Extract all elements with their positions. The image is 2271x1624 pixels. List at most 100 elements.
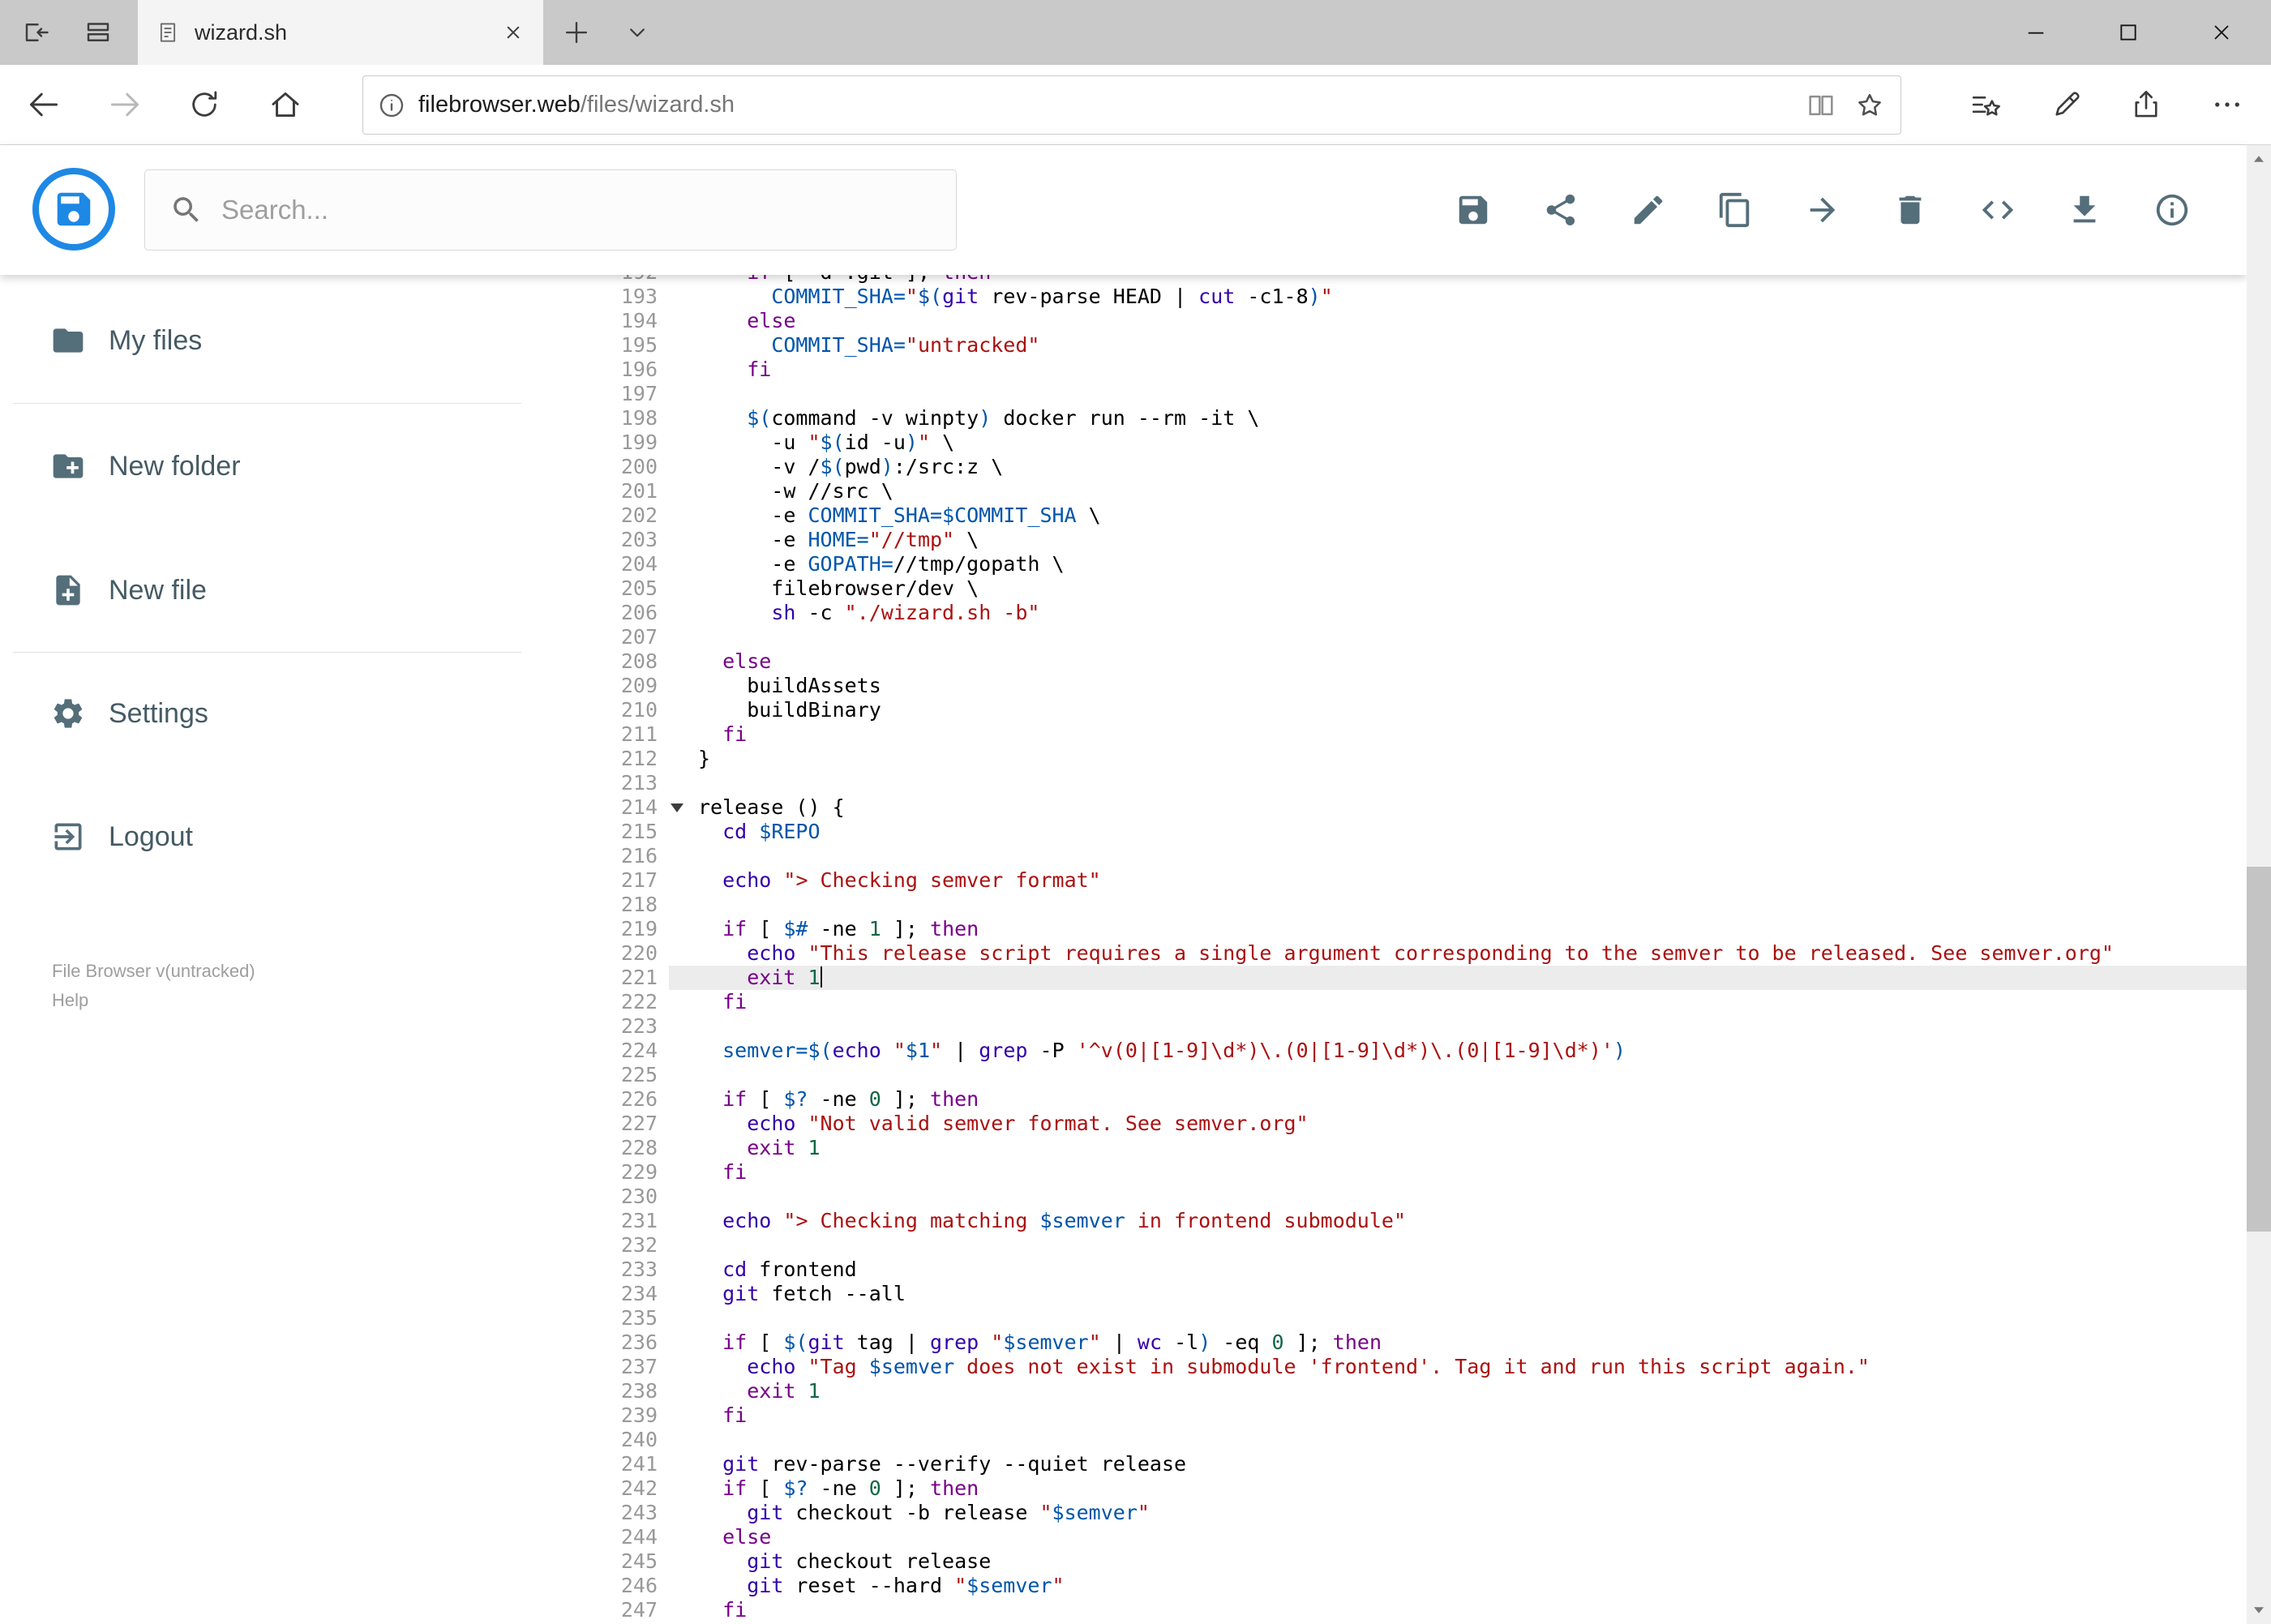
code-line[interactable]: 195 COMMIT_SHA="untracked" (586, 333, 2247, 358)
tab-close-icon[interactable] (501, 20, 525, 45)
sidebar-item-new-file[interactable]: New file (50, 566, 207, 615)
edit-button[interactable] (1630, 191, 1667, 229)
code-line[interactable]: 235 (586, 1306, 2247, 1330)
search-box[interactable] (144, 169, 957, 251)
code-line[interactable]: 192 if [ -d .git ]; then (586, 275, 2247, 285)
scrollbar-thumb[interactable] (2247, 867, 2271, 1232)
save-button[interactable] (1455, 191, 1492, 229)
code-line[interactable]: 196 fi (586, 358, 2247, 382)
fold-marker-icon[interactable] (671, 803, 683, 812)
code-line[interactable]: 230 (586, 1185, 2247, 1209)
code-line[interactable]: 206 sh -c "./wizard.sh -b" (586, 601, 2247, 625)
code-line[interactable]: 210 buildBinary (586, 698, 2247, 722)
more-icon[interactable] (2209, 87, 2245, 122)
home-icon[interactable] (268, 87, 303, 122)
code-line[interactable]: 212} (586, 747, 2247, 771)
code-line[interactable]: 237 echo "Tag $semver does not exist in … (586, 1355, 2247, 1379)
code-line[interactable]: 232 (586, 1233, 2247, 1258)
chevron-down-icon[interactable] (606, 0, 668, 65)
info-button[interactable] (2153, 191, 2191, 229)
code-line[interactable]: 224 semver=$(echo "$1" | grep -P '^v(0|[… (586, 1039, 2247, 1063)
code-line[interactable]: 203 -e HOME="//tmp" \ (586, 528, 2247, 552)
browser-tab[interactable]: wizard.sh (138, 0, 543, 65)
code-line[interactable]: 222 fi (586, 990, 2247, 1014)
code-line[interactable]: 199 -u "$(id -u)" \ (586, 431, 2247, 455)
code-line[interactable]: 219 if [ $# -ne 1 ]; then (586, 917, 2247, 941)
code-line[interactable]: 193 COMMIT_SHA="$(git rev-parse HEAD | c… (586, 285, 2247, 309)
code-line[interactable]: 240 (586, 1428, 2247, 1452)
scroll-down-icon[interactable] (2247, 1596, 2271, 1624)
code-line[interactable]: 216 (586, 844, 2247, 868)
code-line[interactable]: 215 cd $REPO (586, 820, 2247, 844)
code-editor[interactable]: 192 if [ -d .git ]; then193 COMMIT_SHA="… (586, 275, 2247, 1624)
scroll-up-icon[interactable] (2247, 145, 2271, 173)
code-line[interactable]: 221 exit 1 (586, 966, 2247, 990)
code-line[interactable]: 213 (586, 771, 2247, 795)
code-line[interactable]: 239 fi (586, 1403, 2247, 1428)
hub-icon[interactable] (1968, 87, 2003, 122)
close-icon[interactable] (2185, 0, 2258, 65)
sidebar-item-my-files[interactable]: My files (50, 316, 202, 365)
refresh-icon[interactable] (186, 87, 222, 122)
code-line[interactable]: 231 echo "> Checking matching $semver in… (586, 1209, 2247, 1233)
info-circle-icon[interactable] (376, 90, 407, 121)
code-line[interactable]: 236 if [ $(git tag | grep "$semver" | wc… (586, 1330, 2247, 1355)
code-line[interactable]: 217 echo "> Checking semver format" (586, 868, 2247, 893)
web-note-icon[interactable] (2049, 87, 2085, 122)
app-logo[interactable] (32, 168, 115, 251)
sidebar-item-settings[interactable]: Settings (50, 689, 208, 738)
sidebar-item-new-folder[interactable]: New folder (50, 442, 241, 491)
help-link[interactable]: Help (52, 986, 255, 1015)
code-line[interactable]: 229 fi (586, 1160, 2247, 1185)
code-line[interactable]: 241 git rev-parse --verify --quiet relea… (586, 1452, 2247, 1476)
set-tabs-aside-icon[interactable] (6, 0, 67, 65)
code-line[interactable]: 244 else (586, 1525, 2247, 1549)
move-button[interactable] (1804, 191, 1841, 229)
share-button[interactable] (1542, 191, 1579, 229)
back-icon[interactable] (26, 87, 62, 122)
code-line[interactable]: 194 else (586, 309, 2247, 333)
minimize-icon[interactable] (1999, 0, 2072, 65)
share-icon[interactable] (2128, 87, 2164, 122)
code-line[interactable]: 204 -e GOPATH=//tmp/gopath \ (586, 552, 2247, 576)
code-line[interactable]: 220 echo "This release script requires a… (586, 941, 2247, 966)
code-line[interactable]: 238 exit 1 (586, 1379, 2247, 1403)
code-line[interactable]: 200 -v /$(pwd):/src:z \ (586, 455, 2247, 479)
raw-view-button[interactable] (1979, 191, 2016, 229)
code-line[interactable]: 233 cd frontend (586, 1258, 2247, 1282)
code-line[interactable]: 202 -e COMMIT_SHA=$COMMIT_SHA \ (586, 503, 2247, 528)
code-line[interactable]: 197 (586, 382, 2247, 406)
url-text[interactable]: filebrowser.web/files/wizard.sh (418, 92, 1797, 118)
code-line[interactable]: 246 git reset --hard "$semver" (586, 1574, 2247, 1598)
code-line[interactable]: 208 else (586, 649, 2247, 674)
code-line[interactable]: 198 $(command -v winpty) docker run --rm… (586, 406, 2247, 431)
code-line[interactable]: 225 (586, 1063, 2247, 1087)
code-line[interactable]: 214 release () { (586, 795, 2247, 820)
code-line[interactable]: 205 filebrowser/dev \ (586, 576, 2247, 601)
code-line[interactable]: 227 echo "Not valid semver format. See s… (586, 1112, 2247, 1136)
sidebar-item-logout[interactable]: Logout (50, 812, 193, 861)
code-line[interactable]: 242 if [ $? -ne 0 ]; then (586, 1476, 2247, 1501)
code-line[interactable]: 226 if [ $? -ne 0 ]; then (586, 1087, 2247, 1112)
address-bar[interactable]: filebrowser.web/files/wizard.sh (362, 75, 1901, 135)
code-line[interactable]: 211 fi (586, 722, 2247, 747)
download-button[interactable] (2066, 191, 2103, 229)
copy-button[interactable] (1716, 191, 1754, 229)
code-line[interactable]: 218 (586, 893, 2247, 917)
new-tab-icon[interactable] (546, 0, 607, 65)
delete-button[interactable] (1892, 191, 1929, 229)
reading-view-icon[interactable] (1797, 81, 1845, 130)
vertical-scrollbar[interactable] (2247, 145, 2271, 1624)
favorite-star-icon[interactable] (1845, 81, 1894, 130)
code-line[interactable]: 247 fi (586, 1598, 2247, 1622)
forward-icon[interactable] (107, 87, 143, 122)
maximize-icon[interactable] (2092, 0, 2165, 65)
code-line[interactable]: 243 git checkout -b release "$semver" (586, 1501, 2247, 1525)
code-line[interactable]: 228 exit 1 (586, 1136, 2247, 1160)
code-line[interactable]: 207 (586, 625, 2247, 649)
code-line[interactable]: 201 -w //src \ (586, 479, 2247, 503)
tabs-you-set-aside-icon[interactable] (67, 0, 129, 65)
code-line[interactable]: 209 buildAssets (586, 674, 2247, 698)
code-line[interactable]: 234 git fetch --all (586, 1282, 2247, 1306)
code-line[interactable]: 223 (586, 1014, 2247, 1039)
